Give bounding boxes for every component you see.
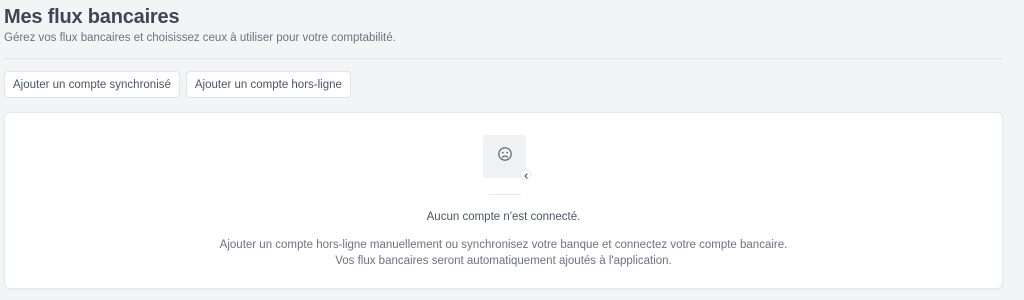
page-header: Mes flux bancaires Gérez vos flux bancai… [4, 0, 1004, 46]
empty-state-description: Ajouter un compte hors-ligne manuellemen… [5, 237, 1002, 269]
empty-state-description-line-1: Ajouter un compte hors-ligne manuellemen… [219, 239, 788, 251]
add-synced-account-button[interactable]: Ajouter un compte synchronisé [4, 71, 180, 98]
empty-state-card: Aucun compte n'est connecté. Ajouter un … [4, 112, 1003, 289]
header-divider [4, 58, 1003, 59]
empty-state-divider [489, 194, 521, 195]
empty-state-title: Aucun compte n'est connecté. [426, 211, 581, 223]
empty-state-description-line-2: Vos flux bancaires seront automatiquemen… [335, 255, 672, 267]
collapse-toggle[interactable] [520, 169, 531, 180]
actions-toolbar: Ajouter un compte synchronisé Ajouter un… [4, 71, 1004, 98]
add-offline-account-button[interactable]: Ajouter un compte hors-ligne [185, 71, 351, 98]
page-title: Mes flux bancaires [4, 6, 180, 28]
page-subtitle: Gérez vos flux bancaires et choisissez c… [4, 32, 396, 44]
page: Mes flux bancaires Gérez vos flux bancai… [0, 0, 1024, 300]
sad-face-icon [497, 146, 513, 167]
chevron-left-icon [523, 166, 529, 184]
